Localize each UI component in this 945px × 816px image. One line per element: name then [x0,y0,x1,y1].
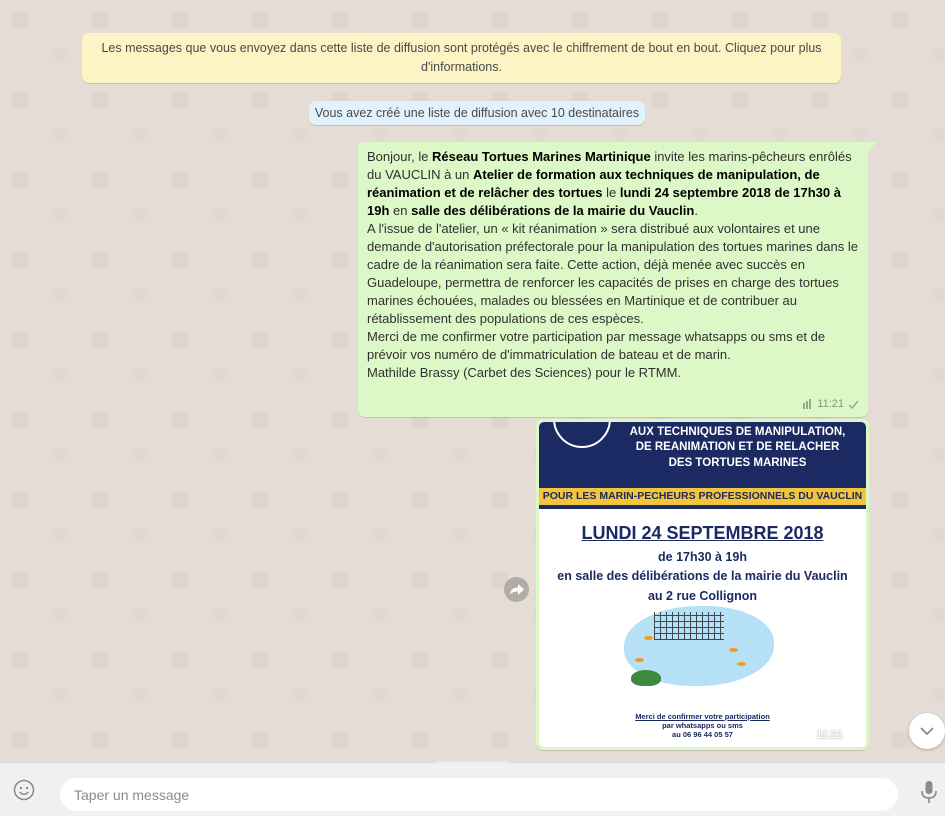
message-time: 11:21 [817,398,844,410]
message-paragraph: Merci de me confirmer votre participatio… [367,329,826,362]
turtle-illustration [631,670,661,686]
emoji-icon [13,779,35,801]
fish-illustration [635,658,644,662]
text-run: . [694,203,698,218]
chat-background: Les messages que vous envoyez dans cette… [0,0,945,763]
compose-bar [0,763,945,816]
poster-footer-line: Merci de confirmer votre participation [635,712,770,721]
scroll-down-button[interactable] [909,713,945,749]
message-input[interactable] [60,778,898,811]
poster-title-line: DE REANIMATION ET DE RELACHER [635,441,840,453]
media-icon [802,730,811,740]
chevron-down-icon [920,726,934,735]
poster-image[interactable]: AUX TECHNIQUES DE MANIPULATION, DE REANI… [539,422,866,747]
message-time: 11:21 [816,729,843,741]
poster-address: au 2 rue Collignon [647,589,758,603]
poster-divider [539,505,866,509]
media-icon [803,399,812,409]
system-message-text: Vous avez créé une liste de diffusion av… [314,106,640,120]
mic-button[interactable] [920,780,938,804]
bubble-tail [868,142,876,152]
text-run: en [389,203,412,218]
poster-logo [553,422,611,448]
outgoing-text-message[interactable]: Bonjour, le Réseau Tortues Marines Marti… [358,142,876,417]
fish-illustration [729,648,738,652]
outgoing-image-message[interactable]: AUX TECHNIQUES DE MANIPULATION, DE REANI… [536,419,869,750]
message-meta: 11:21 [803,395,859,413]
poster-band: POUR LES MARIN-PECHEURS PROFESSIONNELS D… [539,488,866,505]
poster-place: en salle des délibérations de la mairie … [557,569,848,583]
check-icon [848,400,859,409]
bold-text: salle des délibérations de la mairie du … [411,203,695,218]
message-paragraph: Mathilde Brassy (Carbet des Sciences) po… [367,365,682,380]
message-paragraph: A l'issue de l'atelier, un « kit réanima… [367,221,858,326]
image-message-meta: 11:21 [802,729,858,741]
message-paragraph: Bonjour, le Réseau Tortues Marines Marti… [367,148,860,220]
text-run: le [602,185,620,200]
system-message: Vous avez créé une liste de diffusion av… [309,101,645,125]
poster-header: AUX TECHNIQUES DE MANIPULATION, DE REANI… [539,422,866,484]
bold-text: Réseau Tortues Marines Martinique [432,149,651,164]
poster-title-line: AUX TECHNIQUES DE MANIPULATION, [629,426,846,438]
poster-title-line: DES TORTUES MARINES [668,457,807,469]
check-icon [847,731,858,740]
fish-illustration [737,662,746,666]
forward-icon [509,583,524,595]
encryption-notice[interactable]: Les messages que vous envoyez dans cette… [82,33,841,83]
poster-date: LUNDI 24 SEPTEMBRE 2018 [581,523,824,543]
poster-time: de 17h30 à 19h [658,550,747,564]
text-run: Bonjour, le [367,149,433,164]
emoji-button[interactable] [13,779,35,801]
encryption-notice-text: Les messages que vous envoyez dans cette… [101,41,822,74]
net-illustration [654,612,724,640]
fish-illustration [644,636,653,640]
mic-icon [921,781,937,803]
forward-button[interactable] [504,577,529,602]
